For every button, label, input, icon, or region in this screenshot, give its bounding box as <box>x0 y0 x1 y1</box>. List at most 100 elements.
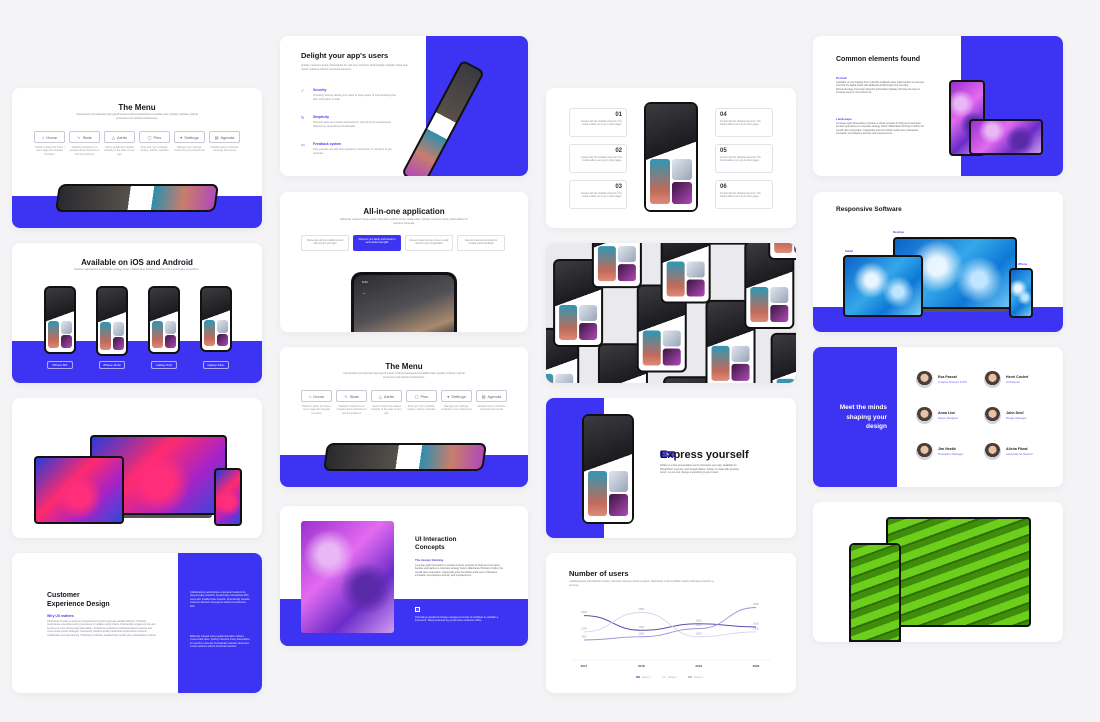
avatar <box>984 407 1001 424</box>
slide-phone-pattern[interactable] <box>546 243 796 383</box>
tablet-mockup <box>843 255 923 317</box>
menu-button-agenda[interactable]: ▤ Agenda <box>209 131 240 143</box>
section-label: The design thinking <box>415 558 444 562</box>
menu-button-label: Pins <box>420 393 429 399</box>
back-arrow-icon[interactable]: ← <box>362 290 367 296</box>
menu-button-label: Stats <box>349 393 359 399</box>
label-tablet: Tablet <box>845 249 854 253</box>
pattern-phone <box>768 243 796 261</box>
slide-title: Delight your app's users <box>301 51 389 60</box>
avatar <box>984 371 1001 388</box>
menu-button-label: Home <box>46 134 58 140</box>
legend-label: Series 2 <box>668 676 677 679</box>
pattern-phone <box>699 243 750 245</box>
option-cards: Share and edit your digital content with… <box>301 235 505 251</box>
menu-button-settings[interactable]: ▾ Settings <box>441 390 472 402</box>
slide-subtitle: Iterative approaches to corporate strate… <box>74 268 200 271</box>
feature-desc: The best apps are intuitive and succinct… <box>313 121 391 128</box>
home-icon: ⌂ <box>308 393 312 399</box>
alerts-icon: △ <box>111 134 115 140</box>
menu-item-home: ⌂ Home Thanks to place the home / menu pag… <box>34 131 65 156</box>
numbered-card: 03 Interact with the clickable elements. … <box>569 180 627 209</box>
menu-button-pins[interactable]: ▢ Pins <box>406 390 437 402</box>
menu-button-stats[interactable]: ∿ Stats <box>336 390 367 402</box>
option-card[interactable]: Discover your family and friends to send… <box>353 235 401 251</box>
slide-title: Common elements found <box>836 56 921 63</box>
slide-title: The Menu <box>118 103 156 112</box>
option-card[interactable]: Give and receive comments to provide use… <box>457 235 505 251</box>
slide-customer-experience[interactable]: Customer Experience Design Why UX matter… <box>12 553 262 693</box>
slide-responsive-software[interactable]: Responsive Software Desktop Tablet iPhon… <box>813 192 1063 332</box>
slide-devices-pink[interactable] <box>12 398 262 538</box>
simplicity-icon: ↻ <box>301 115 305 120</box>
card-number: 05 <box>720 148 727 154</box>
card-text: Interact with the clickable elements. Th… <box>581 121 622 127</box>
data-label: 2800 <box>753 602 759 606</box>
numbered-card: 04 Interact with the clickable elements. … <box>715 108 773 137</box>
slide-the-menu-2[interactable]: The Menu Interactively procrastinate hig… <box>280 347 528 487</box>
section-label: Portrait <box>836 76 847 80</box>
slide-the-menu[interactable]: The Menu Interactively procrastinate hig… <box>12 88 262 228</box>
phone-pattern <box>546 243 796 383</box>
line-chart: 2300140018001600130025001000130080010001… <box>571 602 771 679</box>
slide-all-in-one[interactable]: All-in-one application Efficiently unlea… <box>280 192 528 332</box>
slide-express-yourself[interactable]: Softtec Express yourself Softtec is a fr… <box>546 398 796 538</box>
device-label-button[interactable]: Galaxy S10+ <box>203 361 229 369</box>
menu-button-alerts[interactable]: △ Alerts <box>371 390 402 402</box>
feature-item: ✓ Security Providing security allows your … <box>301 88 411 110</box>
slide-number-of-users[interactable]: Number of users Collaboratively administ… <box>546 553 796 693</box>
menu-item-description: Alerts contain info related instantly to… <box>104 146 135 156</box>
slide-ui-interaction[interactable]: UI Interaction Concepts The design think… <box>280 506 528 646</box>
menu-button-agenda[interactable]: ▤ Agenda <box>476 390 507 402</box>
section-text: Capitalize on low hanging fruit to ident… <box>836 81 925 94</box>
slide-devices-green[interactable] <box>813 502 1063 642</box>
numbered-card: 06 Interact with the clickable elements. … <box>715 180 773 209</box>
chart-subtitle: Collaboratively administrate turnkey cha… <box>569 580 715 587</box>
feedback-icon: ▭ <box>301 142 305 147</box>
side-text-1: Collaboratively administrate empowered m… <box>190 591 250 608</box>
slide-title: Responsive Software <box>836 206 902 213</box>
title-line: Experience Design <box>47 601 110 608</box>
slide-subtitle: Interactively procrastinate high-payoff … <box>76 113 198 120</box>
avatar <box>984 443 1001 460</box>
option-card[interactable]: Share and edit your digital content with… <box>301 235 349 251</box>
option-card[interactable]: Access content on any screen, ready and … <box>405 235 453 251</box>
side-text-2: Efficiently unleash cross-media informat… <box>190 635 250 649</box>
phone-mockup <box>214 468 242 526</box>
agenda-icon: ▤ <box>214 134 219 140</box>
card-text: Interact with the clickable elements. Th… <box>720 121 761 127</box>
menu-button-home[interactable]: ⌂ Home <box>301 390 332 402</box>
slide-title: The Menu <box>385 362 423 371</box>
data-label: 1300 <box>581 626 587 630</box>
x-tick-label: 2020 <box>753 664 760 668</box>
device-phone <box>96 286 128 356</box>
menu-button-alerts[interactable]: △ Alerts <box>104 131 135 143</box>
title-line: Concepts <box>415 544 445 551</box>
menu-button-label: Agenda <box>220 134 235 140</box>
device-label-button[interactable]: Galaxy S10 <box>151 361 177 369</box>
slide-common-elements[interactable]: Common elements found Portrait Capitaliz… <box>813 36 1063 176</box>
alerts-icon: △ <box>378 393 382 399</box>
device-label-button[interactable]: iPhone 8/X <box>47 361 73 369</box>
feature-item: ▭ Feedback system They provide you with th… <box>301 142 411 164</box>
body-text: Objectively innovate empowered manufactu… <box>47 620 157 637</box>
device-phone <box>44 286 76 354</box>
slide-ios-android[interactable]: Available on iOS and Android Iterative a… <box>12 243 262 383</box>
data-label: 1000 <box>638 631 644 635</box>
home-icon: ⌂ <box>41 134 45 140</box>
settings-icon: ▾ <box>180 134 183 140</box>
menu-button-pins[interactable]: ▢ Pins <box>139 131 170 143</box>
slide-subtitle: Efficiently unleash cross-media informat… <box>340 218 468 225</box>
menu-item-stats: ∿ Stats Statistics enabled us to compare t… <box>69 131 100 156</box>
card-text: Interact with the clickable elements. Th… <box>581 193 622 199</box>
menu-button-stats[interactable]: ∿ Stats <box>69 131 100 143</box>
slide-delight-users[interactable]: Delight your app's users Quickly maximiz… <box>280 36 528 176</box>
menu-button-settings[interactable]: ▾ Settings <box>174 131 205 143</box>
slide-numbered-features[interactable]: 01 Interact with the clickable elements. … <box>546 88 796 228</box>
menu-item-description: Find your "pin" products, recipes, artic… <box>407 405 436 412</box>
menu-button-home[interactable]: ⌂ Home <box>34 131 65 143</box>
phone-landscape <box>55 184 219 212</box>
label-phone: iPhone <box>1018 262 1028 266</box>
device-label-button[interactable]: iPhone 11/12 <box>99 361 125 369</box>
slide-team[interactable]: Meet the minds shaping your design Eva P… <box>813 347 1063 487</box>
